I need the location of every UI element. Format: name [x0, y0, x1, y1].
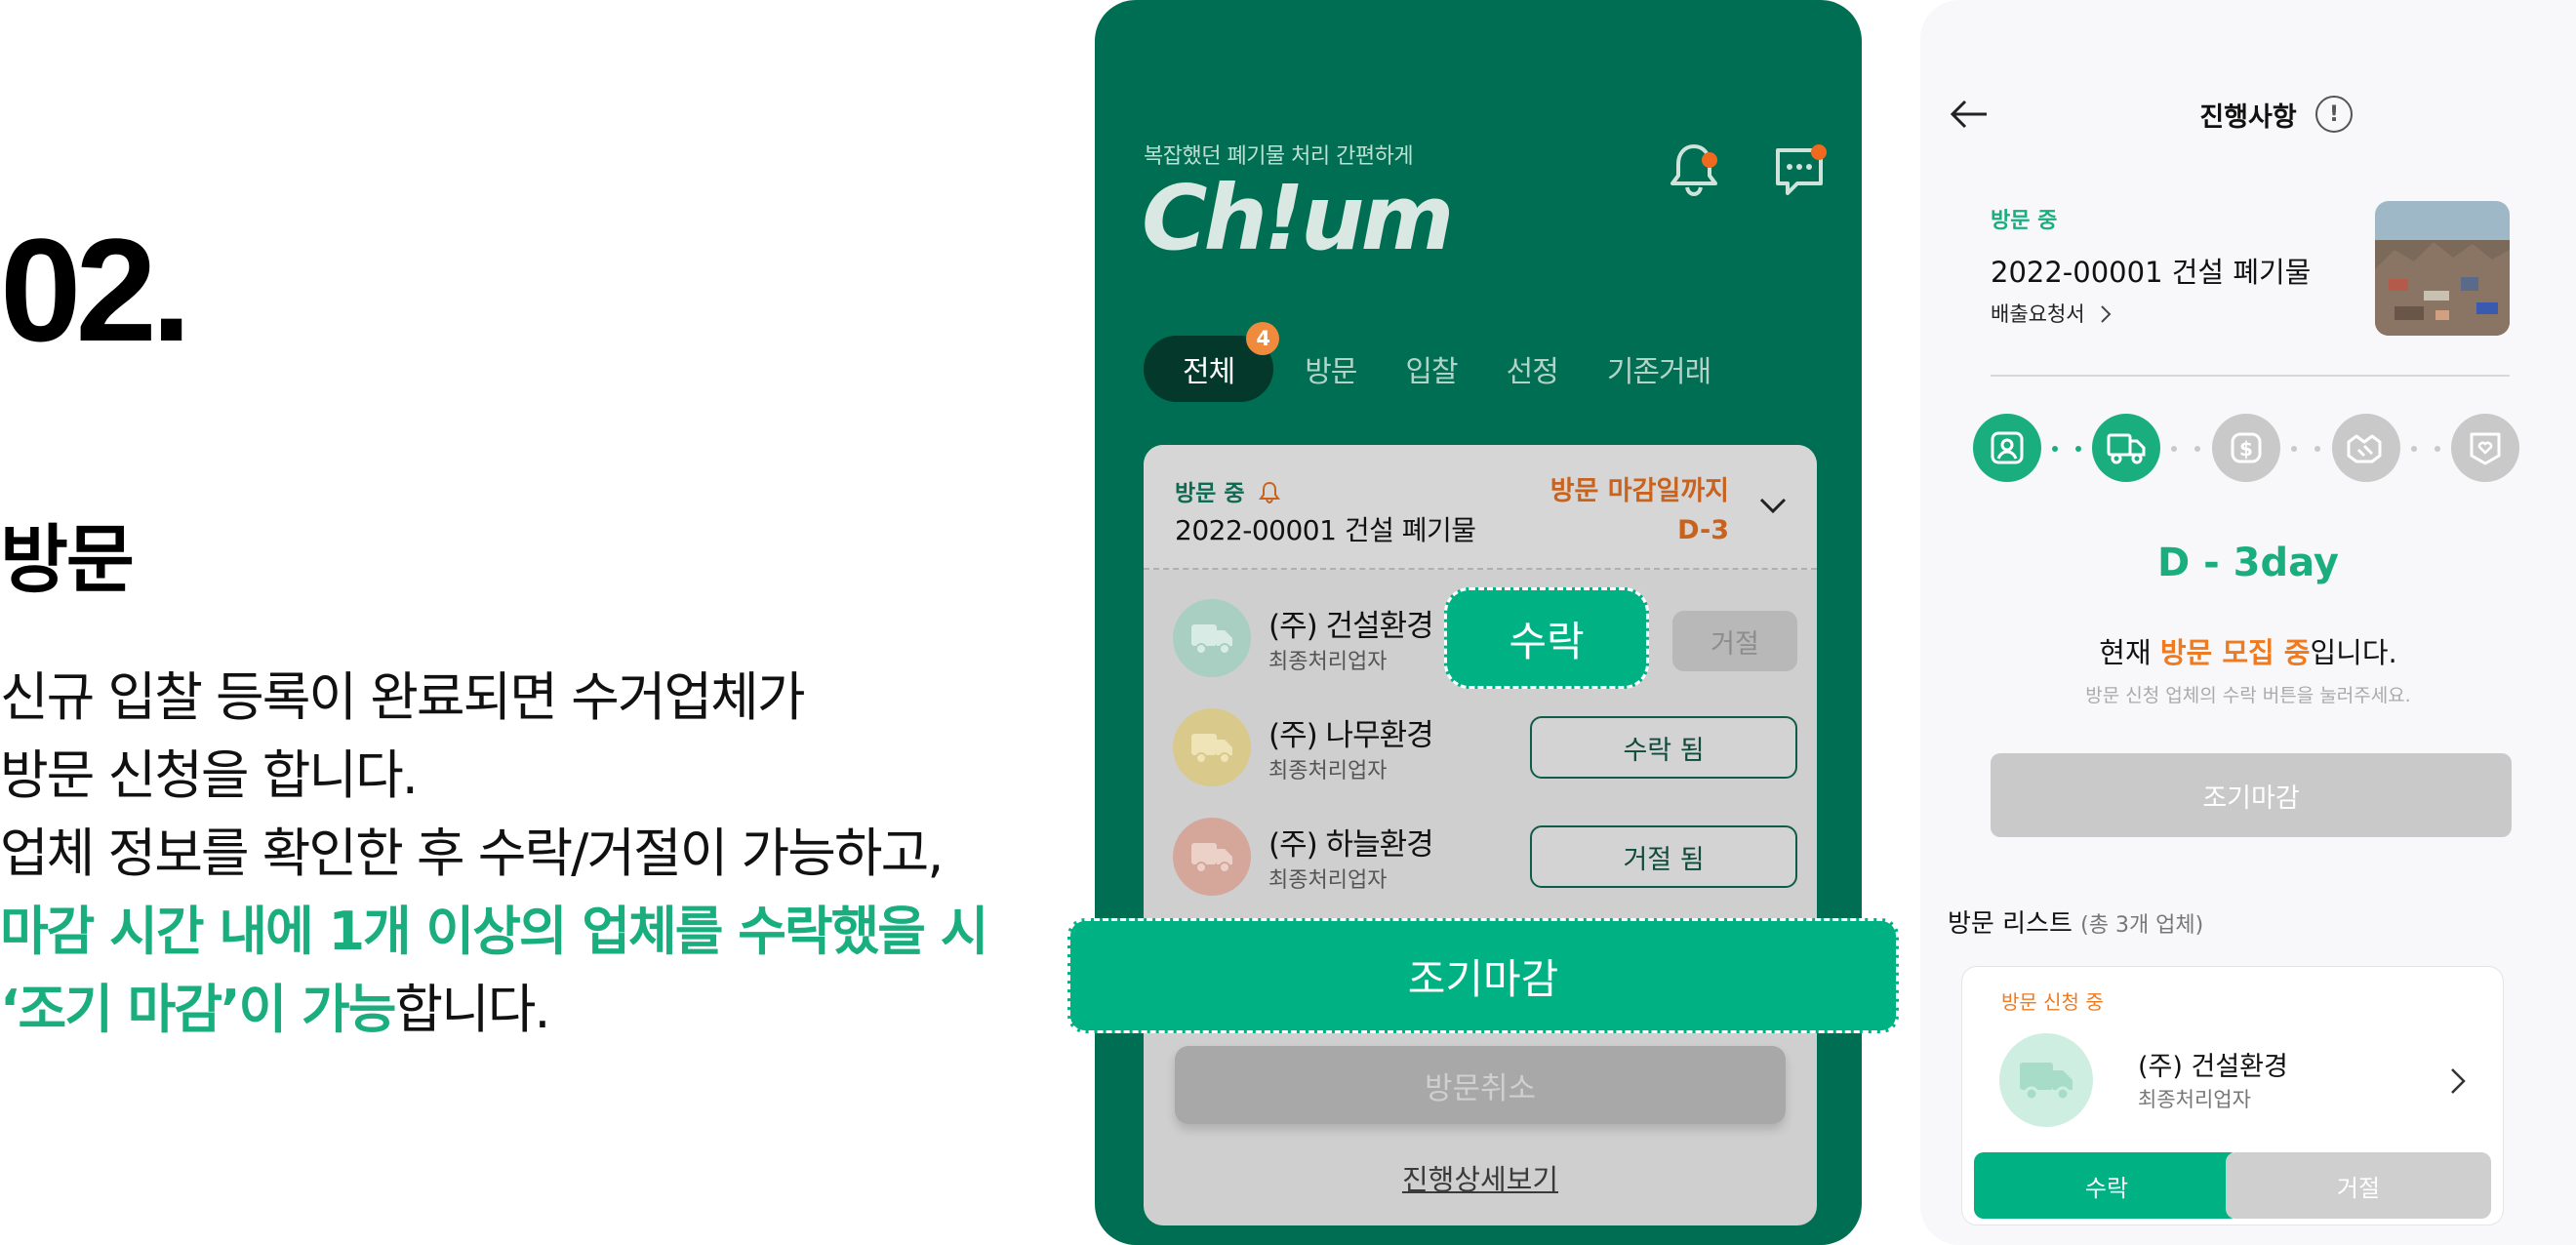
- bell-icon[interactable]: [1663, 139, 1725, 201]
- reject-button[interactable]: 거절: [2226, 1152, 2491, 1219]
- truck-icon: [1173, 599, 1251, 677]
- visit-status: 방문 중: [1175, 474, 1282, 507]
- early-close-button[interactable]: 조기마감: [1991, 753, 2512, 837]
- tab-select[interactable]: 선정: [1507, 347, 1559, 390]
- chat-icon[interactable]: [1768, 139, 1831, 201]
- step-description: 신규 입찰 등록이 완료되면 수거업체가 방문 신청을 합니다. 업체 정보를 …: [0, 659, 1015, 1049]
- truck-icon: [1999, 1033, 2093, 1127]
- svg-text:$: $: [2239, 437, 2253, 461]
- vendor-type: 최종처리업자: [1268, 868, 1388, 893]
- truck-icon: [1173, 818, 1251, 896]
- description-line: ‘조기 마감’이 가능합니다.: [0, 971, 1015, 1049]
- status-message: 현재 방문 모집 중입니다.: [2099, 636, 2397, 669]
- vendor-row: (주) 하늘환경 최종처리업자 거절 됨: [1173, 812, 1797, 900]
- filter-tabs: 전체 4 방문 입찰 선정 기존거래: [1144, 322, 1759, 402]
- step-title: 방문: [0, 516, 135, 603]
- visit-card: 방문 중 2022-00001 건설 폐기물 방문 마감일까지 D-3 (주) …: [1144, 445, 1817, 1225]
- heart-badge-icon: [2451, 414, 2519, 482]
- hint-text: 방문 신청 업체의 수락 버튼을 눌러주세요.: [2085, 685, 2411, 706]
- vendor-card[interactable]: 방문 신청 중 (주) 건설환경 최종처리업자 수락 거절: [1961, 966, 2504, 1225]
- rejected-button[interactable]: 거절 됨: [1530, 825, 1797, 888]
- vendor-name: (주) 건설환경: [1268, 609, 1434, 644]
- detail-screen: 진행사항 ! 방문 중 2022-00001 건설 폐기물 배출요청서 $ D …: [1920, 0, 2576, 1245]
- tab-bid[interactable]: 입찰: [1405, 347, 1458, 390]
- tab-existing[interactable]: 기존거래: [1607, 347, 1711, 390]
- tab-badge: 4: [1246, 322, 1280, 355]
- item-name: 2022-00001 건설 폐기물: [1991, 256, 2312, 289]
- accepted-button[interactable]: 수락 됨: [1530, 716, 1797, 779]
- visit-title: 2022-00001 건설 폐기물: [1175, 514, 1476, 546]
- vendor-type: 최종처리업자: [1268, 650, 1388, 674]
- bell-icon: [1258, 481, 1280, 504]
- divider: [1991, 375, 2510, 377]
- dday-label: D - 3day: [2157, 541, 2339, 585]
- step-number: 02.: [0, 208, 192, 372]
- handshake-icon: [2332, 414, 2400, 482]
- tab-all[interactable]: 전체 4: [1144, 322, 1280, 402]
- request-form-link[interactable]: 배출요청서: [1991, 299, 2113, 328]
- tab-label: 전체: [1183, 355, 1235, 389]
- user-icon: [1973, 414, 2041, 482]
- tab-visit[interactable]: 방문: [1305, 347, 1357, 390]
- dollar-icon: $: [2212, 414, 2280, 482]
- chevron-right-icon[interactable]: [2448, 1066, 2468, 1096]
- description-suffix: 합니다.: [394, 979, 550, 1040]
- progress-steps: $: [1973, 414, 2519, 484]
- reject-button[interactable]: 거절: [1672, 611, 1797, 671]
- chevron-down-icon[interactable]: [1758, 496, 1788, 515]
- description-highlight: ‘조기 마감’이 가능: [0, 979, 396, 1040]
- truck-icon: [1173, 708, 1251, 786]
- vendor-name: (주) 건설환경: [2138, 1052, 2288, 1082]
- vendor-status: 방문 신청 중: [2001, 990, 2104, 1014]
- info-icon[interactable]: !: [2315, 96, 2353, 133]
- description-line: 방문 신청을 합니다.: [0, 744, 419, 806]
- visit-card-header[interactable]: 방문 중 2022-00001 건설 폐기물 방문 마감일까지 D-3: [1144, 445, 1817, 570]
- accept-button[interactable]: 수락: [1974, 1152, 2239, 1219]
- app-logo: Ch!um: [1142, 166, 1454, 270]
- cancel-visit-button[interactable]: 방문취소: [1175, 1046, 1786, 1124]
- truck-icon: [2092, 414, 2160, 482]
- vendor-row: (주) 나무환경 최종처리업자 수락 됨: [1173, 703, 1797, 790]
- description-line: 신규 입찰 등록이 완료되면 수거업체가: [0, 666, 806, 728]
- vendor-type: 최종처리업자: [2138, 1088, 2251, 1111]
- status-label: 방문 중: [1991, 209, 2058, 233]
- waste-photo: [2375, 201, 2510, 336]
- vendor-name: (주) 나무환경: [1268, 718, 1434, 753]
- accept-button-highlight[interactable]: 수락: [1444, 587, 1649, 689]
- vendor-type: 최종처리업자: [1268, 759, 1388, 783]
- early-close-button-highlight[interactable]: 조기마감: [1067, 918, 1899, 1033]
- progress-detail-link[interactable]: 진행상세보기: [1144, 1157, 1817, 1198]
- description-line: 업체 정보를 확인한 후 수락/거절이 가능하고,: [0, 823, 944, 884]
- description-highlight: 마감 시간 내에 1개 이상의 업체를 수락했을 시: [0, 901, 988, 962]
- visit-list-title: 방문 리스트 (총 3개 업체): [1948, 909, 2204, 939]
- page-title: 진행사항: [2199, 102, 2297, 133]
- visit-deadline: 방문 마감일까지 D-3: [1550, 476, 1729, 545]
- chevron-right-icon: [2101, 305, 2112, 323]
- vendor-name: (주) 하늘환경: [1268, 827, 1434, 863]
